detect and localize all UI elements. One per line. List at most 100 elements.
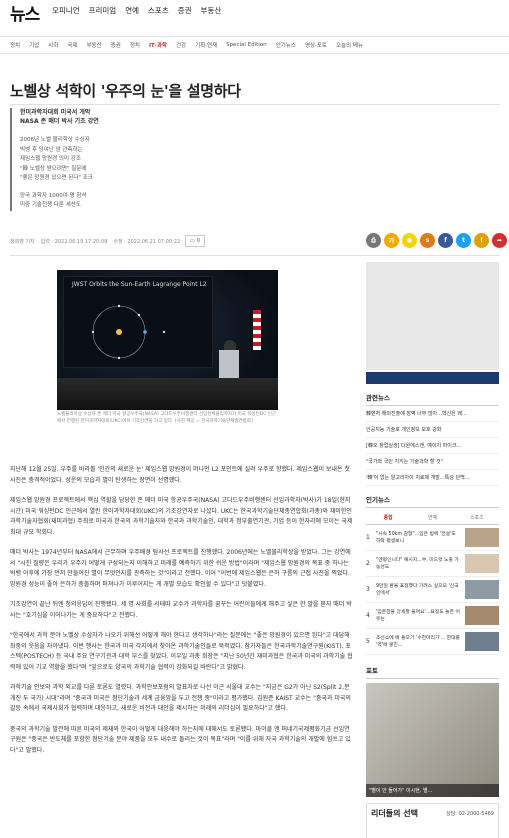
bookmark-icon[interactable]: ! bbox=[474, 233, 489, 248]
share-icon[interactable]: ➦ bbox=[492, 233, 507, 248]
divider bbox=[10, 104, 500, 105]
share-bar: ⎙ 가 ● s f t ! ➦ bbox=[366, 233, 507, 248]
ad-phone: 상담: 02-2000-5469 bbox=[446, 811, 494, 817]
section-tab[interactable]: 사회 bbox=[48, 41, 58, 49]
article-subtitle: NASA 존 매더 박사 기조 강연 bbox=[20, 118, 99, 125]
article-subtitle-box: 한미과학자대회 미국서 개막 NASA 존 매더 박사 기조 강연 2006년 … bbox=[10, 108, 190, 211]
article-meta: 정희영 기자 입력 : 2022.06.19 17:20:09 수정 : 202… bbox=[10, 238, 180, 245]
top-nav-item[interactable]: 연예 bbox=[125, 5, 139, 16]
news-thumbnail bbox=[465, 606, 499, 625]
section-tab[interactable]: 증권 bbox=[111, 41, 121, 49]
news-thumbnail bbox=[465, 632, 499, 651]
section-tab[interactable]: 영상·포토 bbox=[305, 41, 327, 49]
section-tab[interactable]: 부동산 bbox=[87, 41, 102, 49]
top-nav-item[interactable]: 부동산 bbox=[201, 5, 222, 16]
article-paragraph: 지난해 12월 25일. 우주를 바라볼 '인간의 새로운 눈' 제임스웹 망원… bbox=[10, 466, 350, 484]
kakao-icon[interactable]: ● bbox=[402, 233, 417, 248]
popular-news-text: "시속 50km 감형"...입은 밤에 '전설'도 하락 평생보니 bbox=[376, 531, 456, 544]
byline[interactable]: 정희영 기자 bbox=[10, 238, 35, 245]
photo-feature[interactable]: "별이 안 들어가" 이시현, 별... bbox=[366, 683, 499, 797]
top-nav-item[interactable]: 증권 bbox=[178, 5, 192, 16]
section-nav: 정치 기업 사회 국제 부동산 증권 정치 IT·과학 건강 기획·연재 Spe… bbox=[0, 36, 509, 54]
section-tab[interactable]: 건강 bbox=[176, 41, 186, 49]
section-tab[interactable]: Special Edition bbox=[226, 42, 267, 48]
comment-button[interactable]: ▭ 0 bbox=[185, 235, 205, 247]
article-paragraph: 기조강연이 끝난 뒤엔 청의응답이 진행됐다. 세 명 사회를 서태따 교수가 … bbox=[10, 601, 352, 619]
top-nav-item[interactable]: 프리미엄 bbox=[89, 5, 117, 16]
news-thumbnail bbox=[465, 528, 499, 547]
related-news-item[interactable]: 韓벤처 해외진출에 장벽 너무 많아...혁신은 왜... bbox=[366, 406, 499, 422]
published-date: 입력 : 2022.06.19 17:20:09 bbox=[40, 239, 108, 245]
top-bar: 뉴스 오피니언 프리미엄 연예 스포츠 증권 부동산 bbox=[0, 0, 509, 25]
summary-line: 제임스웹 망원경 의미 강조 bbox=[20, 156, 81, 162]
twitter-icon[interactable]: t bbox=[456, 233, 471, 248]
section-tab[interactable]: 기업 bbox=[29, 41, 39, 49]
article-paragraph: 제임스웹 망원경 프로젝트에서 핵심 역할을 담당한 존 매더 미국 항공우주국… bbox=[10, 497, 353, 536]
sidebar-ad-banner[interactable] bbox=[366, 372, 499, 384]
popular-news-text: 조선소에 배 들으기 '수천마리가'... 한대를 '역'에 뭉친... bbox=[376, 635, 460, 648]
popular-news-item[interactable]: 3 9만원 환율 표정했다 가려스 싶으오 '신국 안에서' bbox=[366, 577, 499, 603]
article-paragraph: "한국에서 과학 분야 노벨상 수상자가 나오기 위해선 어떻게 해야 한다고 … bbox=[10, 632, 353, 671]
related-news-item[interactable]: "국가와 국민 지키는 기술과학 할 것" bbox=[366, 454, 499, 470]
section-tab[interactable]: 기획·연재 bbox=[195, 41, 217, 49]
related-news-title: 관련뉴스 bbox=[366, 390, 499, 406]
comment-count: 0 bbox=[196, 238, 200, 244]
article-paragraph: 과학기술 안보와 과학 외교를 다룬 토론도 열렸다. 과학안보포럼의 발표자로… bbox=[10, 684, 351, 712]
summary-line: "좋은 망원경 있으면 된다" 조크 bbox=[20, 175, 93, 181]
kakaostory-icon[interactable]: s bbox=[420, 233, 435, 248]
popular-news-title: 인기뉴스 bbox=[366, 492, 499, 508]
related-news-item[interactable]: 인공지능 기술로 개인정보 보호 강화 bbox=[366, 422, 499, 438]
popular-news-item[interactable]: 4 '임운한물 강세할 물여요'...표정도 늘은 어유는 bbox=[366, 603, 499, 629]
photo-slide-title: JWST Orbits the Sun-Earth Lagrange Point… bbox=[72, 281, 207, 288]
presentation-screen: JWST Orbits the Sun-Earth Lagrange Point… bbox=[63, 276, 213, 368]
ad-title: 리더들의 선택 bbox=[371, 809, 418, 818]
top-nav-item[interactable]: 스포츠 bbox=[148, 5, 169, 16]
article-headline: 노벨상 석학이 '우주의 눈'을 설명하다 bbox=[10, 82, 241, 100]
news-thumbnail bbox=[465, 554, 499, 573]
section-tab[interactable]: 정치 bbox=[130, 41, 140, 49]
leaders-choice-ad[interactable]: 리더들의 선택 상담: 02-2000-5469 bbox=[366, 803, 499, 838]
news-thumbnail bbox=[465, 580, 499, 599]
related-news-item[interactable]: [韓오 창업실생] 다원에스앤, 예이지 마이크... bbox=[366, 438, 499, 454]
summary-line: 빅뱅 후 잉여난 암 관측하는 bbox=[20, 146, 83, 153]
section-tab[interactable]: 정치 bbox=[10, 41, 20, 49]
facebook-icon[interactable]: f bbox=[438, 233, 453, 248]
comment-icon: ▭ bbox=[190, 238, 195, 244]
summary-line: 양국 과학자 1000여 명 참석 bbox=[20, 192, 87, 199]
summary-line: 2006년 노벨 물리학상 수상자 bbox=[20, 137, 90, 143]
section-tab[interactable]: 인기뉴스 bbox=[276, 41, 296, 49]
section-tab[interactable]: 오늘의 메뉴 bbox=[336, 41, 363, 49]
updated-date: 수정 : 2022.06.21 07:00:22 bbox=[113, 239, 181, 245]
article-body: 지난해 12월 25일. 우주를 바라볼 '인간의 새로운 눈' 제임스웹 망원… bbox=[10, 465, 355, 766]
article-subtitle: 한미과학자대회 미국서 개막 bbox=[20, 109, 91, 116]
section-tab-active[interactable]: IT·과학 bbox=[149, 41, 167, 49]
popular-news-item[interactable]: 5 조선소에 배 들으기 '수천마리가'... 한대를 '역'에 뭉친... bbox=[366, 629, 499, 655]
font-size-icon[interactable]: 가 bbox=[384, 233, 399, 248]
popular-news-item[interactable]: 1 "시속 50km 감형"...입은 밤에 '전설'도 하락 평생보니 bbox=[366, 525, 499, 551]
article-paragraph: 중국의 과학기술 발전에 따른 미국의 제재와 한국이 어떻게 대응해야 하는지… bbox=[10, 725, 351, 754]
divider bbox=[10, 255, 500, 256]
sidebar: 관련뉴스 韓벤처 해외진출에 장벽 너무 많아...혁신은 왜... 인공지능 … bbox=[366, 262, 499, 838]
photo-feature-caption: "별이 안 들어가" 이시현, 별... bbox=[366, 784, 499, 797]
rank-number: 5 bbox=[366, 638, 370, 645]
tab-sports[interactable]: 스포츠 bbox=[455, 511, 499, 524]
tab-general[interactable]: 종합 bbox=[366, 511, 410, 524]
rank-number: 3 bbox=[366, 586, 370, 593]
popular-news-text: 9만원 환율 표정했다 가려스 싶으오 '신국 안에서' bbox=[376, 583, 459, 596]
article-paragraph: 매더 박사는 1974년부터 NASA에서 근무하며 우주배경 탐사선 프로젝트… bbox=[10, 549, 351, 588]
top-nav: 오피니언 프리미엄 연예 스포츠 증권 부동산 bbox=[52, 5, 221, 16]
article-photo[interactable]: JWST Orbits the Sun-Earth Lagrange Point… bbox=[57, 270, 278, 410]
top-nav-item[interactable]: 오피니언 bbox=[52, 5, 80, 16]
popular-tabs: 종합 연예 스포츠 bbox=[366, 511, 499, 525]
rank-number: 4 bbox=[366, 612, 370, 619]
sidebar-ad[interactable] bbox=[366, 262, 499, 370]
related-news-item[interactable]: '韓'이 없는 알고리아이 치료제 개발...특성 단백... bbox=[366, 470, 499, 486]
print-icon[interactable]: ⎙ bbox=[366, 233, 381, 248]
popular-news-item[interactable]: 2 "엔평인니다" 예시지...쑤, 미드컷 노출 가능성도 bbox=[366, 551, 499, 577]
popular-news-text: "엔평인니다" 예시지...쑤, 미드컷 노출 가능성도 bbox=[376, 557, 459, 570]
tab-entertainment[interactable]: 연예 bbox=[410, 511, 454, 524]
section-tab[interactable]: 국제 bbox=[67, 41, 77, 49]
us-flag bbox=[253, 310, 261, 350]
site-logo[interactable]: 뉴스 bbox=[10, 0, 40, 25]
rank-number: 1 bbox=[366, 534, 370, 541]
